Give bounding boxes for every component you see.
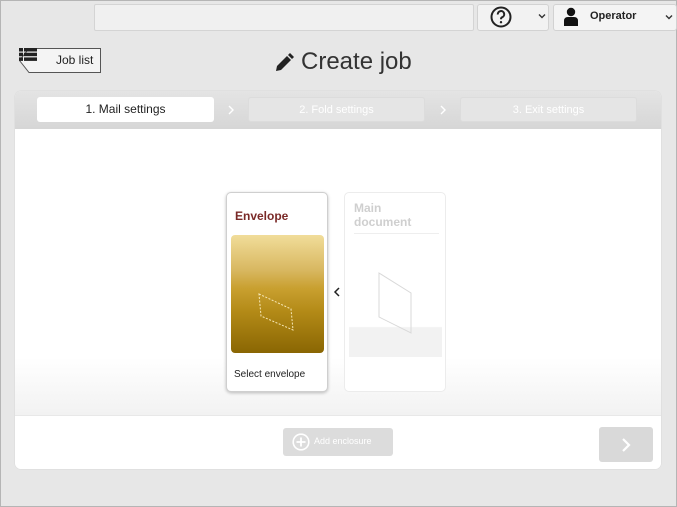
chevron-right-icon — [440, 105, 446, 115]
add-enclosure-label: Add enclosure — [314, 436, 372, 446]
main-document-image — [349, 235, 442, 357]
job-list-button[interactable]: Job list — [19, 48, 101, 73]
main-document-card-title: Main document — [354, 201, 439, 234]
bottom-action-bar: Add enclosure — [15, 415, 661, 469]
question-circle-icon[interactable] — [490, 6, 512, 28]
create-job-panel: 1. Mail settings 2. Fold settings 3. Exi… — [15, 91, 661, 469]
user-icon — [564, 7, 578, 26]
chevron-down-icon[interactable] — [538, 12, 546, 20]
next-button[interactable] — [599, 427, 653, 462]
envelope-card[interactable]: Envelope Select envelope — [226, 192, 328, 392]
steps-bar: 1. Mail settings 2. Fold settings 3. Exi… — [15, 91, 661, 129]
grid-list-icon — [19, 48, 37, 61]
envelope-image[interactable] — [231, 235, 324, 353]
app-window: Operator Job list Create job 1. Mail set… — [0, 0, 677, 507]
page-title: Create job — [301, 48, 412, 75]
document-outline-icon — [378, 272, 412, 334]
mail-settings-content — [15, 129, 661, 415]
plus-circle-icon — [292, 433, 310, 451]
step-exit-settings[interactable]: 3. Exit settings — [460, 97, 637, 122]
top-bar: Operator — [1, 1, 677, 34]
chevron-right-icon — [622, 438, 631, 452]
add-enclosure-button[interactable]: Add enclosure — [283, 428, 393, 456]
top-status-field — [94, 4, 474, 31]
pen-icon — [276, 53, 294, 71]
chevron-down-icon[interactable] — [665, 13, 673, 21]
operator-label[interactable]: Operator — [590, 10, 636, 22]
envelope-outline-icon — [258, 293, 294, 331]
step-fold-settings[interactable]: 2. Fold settings — [248, 97, 425, 122]
job-list-label: Job list — [56, 53, 94, 67]
chevron-right-icon — [228, 105, 234, 115]
envelope-card-title: Envelope — [235, 209, 289, 223]
chevron-left-icon[interactable] — [333, 287, 341, 297]
step-mail-settings[interactable]: 1. Mail settings — [37, 97, 214, 122]
select-envelope-label[interactable]: Select envelope — [234, 369, 305, 380]
main-document-card[interactable]: Main document — [344, 192, 446, 392]
